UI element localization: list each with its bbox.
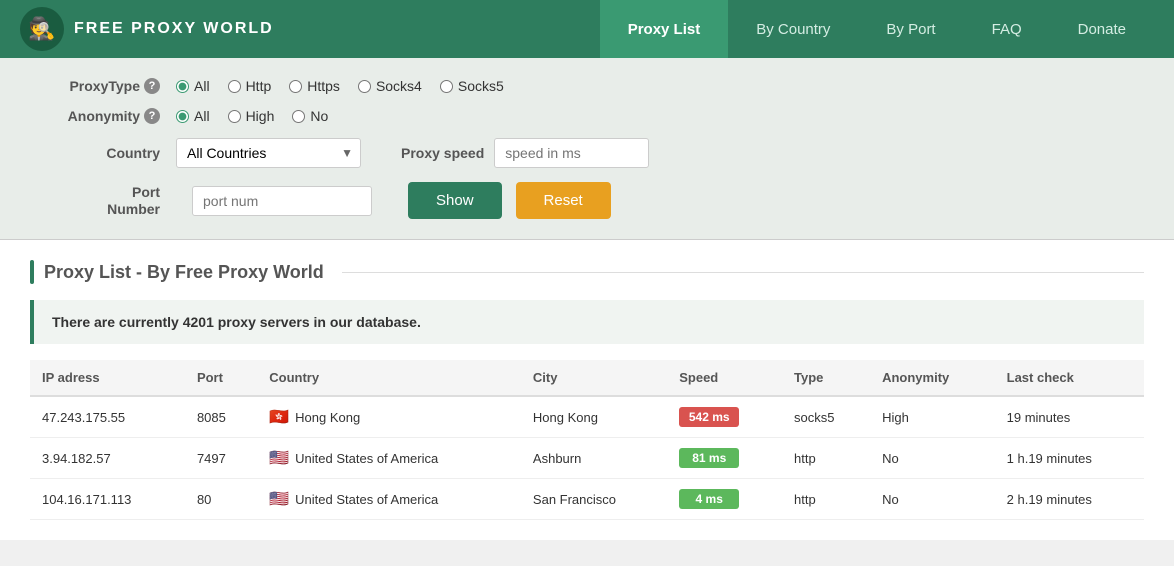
anonymity-all[interactable]: All bbox=[176, 108, 210, 124]
col-anonymity: Anonymity bbox=[870, 360, 995, 396]
flag-icon: 🇺🇸 bbox=[269, 489, 289, 509]
anonymity-radio-group: All High No bbox=[176, 108, 328, 124]
country-name: United States of America bbox=[295, 492, 438, 507]
cell-country: 🇺🇸 United States of America bbox=[257, 438, 521, 479]
section-title: Proxy List - By Free Proxy World bbox=[30, 260, 1144, 284]
cell-type: http bbox=[782, 438, 870, 479]
proxy-type-radio-group: All Http Https Socks4 Socks5 bbox=[176, 78, 504, 94]
nav-link-donate[interactable]: Donate bbox=[1050, 0, 1154, 58]
cell-ip: 3.94.182.57 bbox=[30, 438, 185, 479]
cell-last-check: 19 minutes bbox=[995, 396, 1144, 438]
nav-links: Proxy List By Country By Port FAQ Donate bbox=[600, 0, 1154, 58]
col-city: City bbox=[521, 360, 667, 396]
main-content: Proxy List - By Free Proxy World There a… bbox=[0, 240, 1174, 540]
country-select[interactable]: All Countries bbox=[176, 138, 361, 168]
anonymity-high[interactable]: High bbox=[228, 108, 275, 124]
nav-link-proxy-list[interactable]: Proxy List bbox=[600, 0, 729, 58]
cell-type: socks5 bbox=[782, 396, 870, 438]
logo: 🕵️ FREE PROXY WORLD bbox=[20, 7, 274, 51]
info-box: There are currently 4201 proxy servers i… bbox=[30, 300, 1144, 344]
port-label: Port Number bbox=[40, 184, 160, 218]
anonymity-label: Anonymity ? bbox=[40, 108, 160, 124]
proxy-type-row: ProxyType ? All Http Https Socks4 Socks5 bbox=[40, 78, 1134, 94]
cell-country: 🇭🇰 Hong Kong bbox=[257, 396, 521, 438]
cell-city: Ashburn bbox=[521, 438, 667, 479]
col-type: Type bbox=[782, 360, 870, 396]
proxy-type-socks5[interactable]: Socks5 bbox=[440, 78, 504, 94]
cell-port: 8085 bbox=[185, 396, 257, 438]
country-select-wrapper: All Countries ▼ bbox=[176, 138, 361, 168]
nav-link-by-country[interactable]: By Country bbox=[728, 0, 858, 58]
cell-country: 🇺🇸 United States of America bbox=[257, 479, 521, 520]
cell-ip: 104.16.171.113 bbox=[30, 479, 185, 520]
proxy-type-http[interactable]: Http bbox=[228, 78, 272, 94]
nav-link-faq[interactable]: FAQ bbox=[964, 0, 1050, 58]
cell-speed: 4 ms bbox=[667, 479, 782, 520]
cell-port: 7497 bbox=[185, 438, 257, 479]
country-label: Country bbox=[40, 145, 160, 161]
table-row: 47.243.175.55 8085 🇭🇰 Hong Kong Hong Kon… bbox=[30, 396, 1144, 438]
port-number-input[interactable] bbox=[192, 186, 372, 216]
proxy-table: IP adress Port Country City Speed Type A… bbox=[30, 360, 1144, 520]
cell-anonymity: No bbox=[870, 438, 995, 479]
cell-last-check: 1 h.19 minutes bbox=[995, 438, 1144, 479]
proxy-speed-input[interactable] bbox=[494, 138, 649, 168]
table-row: 3.94.182.57 7497 🇺🇸 United States of Ame… bbox=[30, 438, 1144, 479]
speed-badge: 81 ms bbox=[679, 448, 739, 468]
show-button[interactable]: Show bbox=[408, 182, 502, 219]
cell-ip: 47.243.175.55 bbox=[30, 396, 185, 438]
proxy-type-socks4[interactable]: Socks4 bbox=[358, 78, 422, 94]
cell-city: Hong Kong bbox=[521, 396, 667, 438]
cell-city: San Francisco bbox=[521, 479, 667, 520]
filter-panel: ProxyType ? All Http Https Socks4 Socks5… bbox=[0, 58, 1174, 240]
anonymity-no[interactable]: No bbox=[292, 108, 328, 124]
country-name: United States of America bbox=[295, 451, 438, 466]
proxy-speed-label: Proxy speed bbox=[401, 145, 484, 161]
proxy-type-all[interactable]: All bbox=[176, 78, 210, 94]
col-ip: IP adress bbox=[30, 360, 185, 396]
proxy-type-label: ProxyType ? bbox=[40, 78, 160, 94]
navbar: 🕵️ FREE PROXY WORLD Proxy List By Countr… bbox=[0, 0, 1174, 58]
anonymity-help-icon[interactable]: ? bbox=[144, 108, 160, 124]
col-last-check: Last check bbox=[995, 360, 1144, 396]
cell-anonymity: High bbox=[870, 396, 995, 438]
cell-speed: 542 ms bbox=[667, 396, 782, 438]
logo-icon: 🕵️ bbox=[20, 7, 64, 51]
cell-last-check: 2 h.19 minutes bbox=[995, 479, 1144, 520]
col-country: Country bbox=[257, 360, 521, 396]
cell-type: http bbox=[782, 479, 870, 520]
proxy-table-body: 47.243.175.55 8085 🇭🇰 Hong Kong Hong Kon… bbox=[30, 396, 1144, 520]
info-message: There are currently 4201 proxy servers i… bbox=[52, 314, 421, 330]
table-header: IP adress Port Country City Speed Type A… bbox=[30, 360, 1144, 396]
speed-badge: 542 ms bbox=[679, 407, 739, 427]
table-row: 104.16.171.113 80 🇺🇸 United States of Am… bbox=[30, 479, 1144, 520]
logo-text: FREE PROXY WORLD bbox=[74, 20, 274, 38]
nav-link-by-port[interactable]: By Port bbox=[858, 0, 963, 58]
cell-speed: 81 ms bbox=[667, 438, 782, 479]
proxy-type-help-icon[interactable]: ? bbox=[144, 78, 160, 94]
speed-badge: 4 ms bbox=[679, 489, 739, 509]
cell-anonymity: No bbox=[870, 479, 995, 520]
proxy-type-https[interactable]: Https bbox=[289, 78, 340, 94]
col-speed: Speed bbox=[667, 360, 782, 396]
flag-icon: 🇭🇰 bbox=[269, 407, 289, 427]
reset-button[interactable]: Reset bbox=[516, 182, 611, 219]
col-port: Port bbox=[185, 360, 257, 396]
country-name: Hong Kong bbox=[295, 410, 360, 425]
flag-icon: 🇺🇸 bbox=[269, 448, 289, 468]
anonymity-row: Anonymity ? All High No bbox=[40, 108, 1134, 124]
cell-port: 80 bbox=[185, 479, 257, 520]
